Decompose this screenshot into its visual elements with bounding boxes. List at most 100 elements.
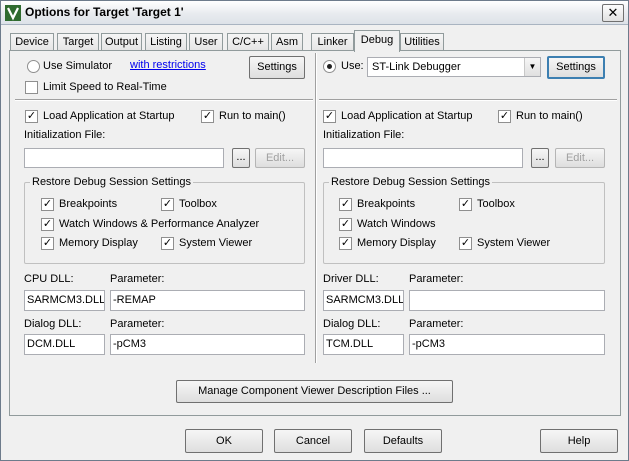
left-watch-windows-label: Watch Windows & Performance Analyzer <box>59 218 260 230</box>
left-system-viewer-checkbox[interactable]: ✓ <box>161 237 174 250</box>
use-target-radio[interactable] <box>323 60 336 73</box>
driver-dll-label: Driver DLL: <box>323 273 379 285</box>
checkmark-icon: ✓ <box>162 237 173 249</box>
right-toolbox-label: Toolbox <box>477 198 515 210</box>
left-dialog-dll-input[interactable]: DCM.DLL <box>24 334 105 355</box>
left-breakpoints-label: Breakpoints <box>59 198 118 210</box>
debugger-select[interactable]: ST-Link Debugger ▼ <box>367 57 541 77</box>
tab-target[interactable]: Target <box>57 33 99 51</box>
checkmark-icon: ✓ <box>340 237 351 249</box>
tab-output[interactable]: Output <box>101 33 142 51</box>
tab-linker[interactable]: Linker <box>311 33 354 51</box>
tab-listing[interactable]: Listing <box>145 33 187 51</box>
tab-asm[interactable]: Asm <box>271 33 303 51</box>
checkmark-icon: ✓ <box>42 237 53 249</box>
right-system-viewer-label: System Viewer <box>477 237 551 249</box>
right-dialog-dll-input[interactable]: TCM.DLL <box>323 334 404 355</box>
right-restore-group-title: Restore Debug Session Settings <box>329 176 492 188</box>
checkmark-icon: ✓ <box>324 110 335 122</box>
keil-app-icon <box>5 5 21 21</box>
right-init-file-input[interactable] <box>323 148 523 168</box>
cpu-param-input[interactable]: -REMAP <box>110 290 305 311</box>
limit-speed-label: Limit Speed to Real-Time <box>43 81 167 93</box>
ok-button[interactable]: OK <box>185 429 263 453</box>
left-memory-display-checkbox[interactable]: ✓ <box>41 237 54 250</box>
right-run-to-main-checkbox[interactable]: ✓ <box>498 110 511 123</box>
right-separator <box>319 99 617 101</box>
checkmark-icon: ✓ <box>340 218 351 230</box>
close-button[interactable]: ✕ <box>602 4 624 22</box>
right-dialog-dll-label: Dialog DLL: <box>323 318 381 330</box>
title-bar: Options for Target 'Target 1' ✕ <box>1 1 628 25</box>
left-run-to-main-checkbox[interactable]: ✓ <box>201 110 214 123</box>
left-restore-group-title: Restore Debug Session Settings <box>30 176 193 188</box>
right-breakpoints-label: Breakpoints <box>357 198 416 210</box>
use-label: Use: <box>341 60 364 72</box>
debugger-settings-button[interactable]: Settings <box>547 56 605 79</box>
checkmark-icon: ✓ <box>162 198 173 210</box>
left-memory-display-label: Memory Display <box>59 237 138 249</box>
defaults-button[interactable]: Defaults <box>364 429 442 453</box>
tab-debug[interactable]: Debug <box>354 30 400 52</box>
cpu-dll-input[interactable]: SARMCM3.DLL <box>24 290 105 311</box>
left-init-edit-button[interactable]: Edit... <box>255 148 305 168</box>
right-memory-display-label: Memory Display <box>357 237 436 249</box>
driver-dll-input[interactable]: SARMCM3.DLL <box>323 290 404 311</box>
radio-selected-dot <box>327 64 332 69</box>
left-init-file-label: Initialization File: <box>24 129 106 141</box>
left-dialog-param-input[interactable]: -pCM3 <box>110 334 305 355</box>
right-breakpoints-checkbox[interactable]: ✓ <box>339 198 352 211</box>
checkmark-icon: ✓ <box>26 110 37 122</box>
driver-param-label: Parameter: <box>409 273 464 285</box>
left-system-viewer-label: System Viewer <box>179 237 253 249</box>
help-button[interactable]: Help <box>540 429 618 453</box>
right-memory-display-checkbox[interactable]: ✓ <box>339 237 352 250</box>
left-load-app-label: Load Application at Startup <box>43 110 175 122</box>
checkmark-icon: ✓ <box>42 198 53 210</box>
left-init-file-input[interactable] <box>24 148 224 168</box>
left-watch-windows-checkbox[interactable]: ✓ <box>41 218 54 231</box>
cancel-button[interactable]: Cancel <box>274 429 352 453</box>
column-divider-highlight <box>316 53 317 363</box>
right-init-browse-button[interactable]: ... <box>531 148 549 168</box>
checkmark-icon: ✓ <box>460 198 471 210</box>
right-watch-windows-checkbox[interactable]: ✓ <box>339 218 352 231</box>
with-restrictions-link[interactable]: with restrictions <box>130 59 206 71</box>
checkmark-icon: ✓ <box>340 198 351 210</box>
driver-param-input[interactable] <box>409 290 605 311</box>
right-load-app-checkbox[interactable]: ✓ <box>323 110 336 123</box>
close-icon: ✕ <box>607 5 619 20</box>
tab-c-cpp[interactable]: C/C++ <box>227 33 269 51</box>
right-init-edit-button[interactable]: Edit... <box>555 148 605 168</box>
debugger-select-value: ST-Link Debugger <box>372 61 461 73</box>
chevron-down-icon[interactable]: ▼ <box>524 58 540 76</box>
limit-speed-checkbox[interactable] <box>25 81 38 94</box>
use-simulator-label: Use Simulator <box>43 60 113 72</box>
tab-device[interactable]: Device <box>10 33 54 51</box>
right-watch-windows-label: Watch Windows <box>357 218 436 230</box>
simulator-settings-button[interactable]: Settings <box>249 56 305 79</box>
checkmark-icon: ✓ <box>42 218 53 230</box>
left-load-app-checkbox[interactable]: ✓ <box>25 110 38 123</box>
right-toolbox-checkbox[interactable]: ✓ <box>459 198 472 211</box>
right-run-to-main-label: Run to main() <box>516 110 583 122</box>
tab-strip: Device Target Output Listing User C/C++ … <box>1 30 628 52</box>
checkmark-icon: ✓ <box>202 110 213 122</box>
right-load-app-label: Load Application at Startup <box>341 110 473 122</box>
right-dialog-param-label: Parameter: <box>409 318 464 330</box>
right-init-file-label: Initialization File: <box>323 129 405 141</box>
left-dialog-param-label: Parameter: <box>110 318 165 330</box>
right-system-viewer-checkbox[interactable]: ✓ <box>459 237 472 250</box>
right-dialog-param-input[interactable]: -pCM3 <box>409 334 605 355</box>
left-init-browse-button[interactable]: ... <box>232 148 250 168</box>
left-toolbox-checkbox[interactable]: ✓ <box>161 198 174 211</box>
tab-user[interactable]: User <box>189 33 223 51</box>
options-dialog: Options for Target 'Target 1' ✕ Device T… <box>0 0 629 461</box>
left-dialog-dll-label: Dialog DLL: <box>24 318 82 330</box>
manage-component-viewer-button[interactable]: Manage Component Viewer Description File… <box>176 380 453 403</box>
left-separator <box>15 99 313 101</box>
use-simulator-radio[interactable] <box>27 60 40 73</box>
left-breakpoints-checkbox[interactable]: ✓ <box>41 198 54 211</box>
cpu-dll-label: CPU DLL: <box>24 273 74 285</box>
tab-utilities[interactable]: Utilities <box>400 33 444 51</box>
